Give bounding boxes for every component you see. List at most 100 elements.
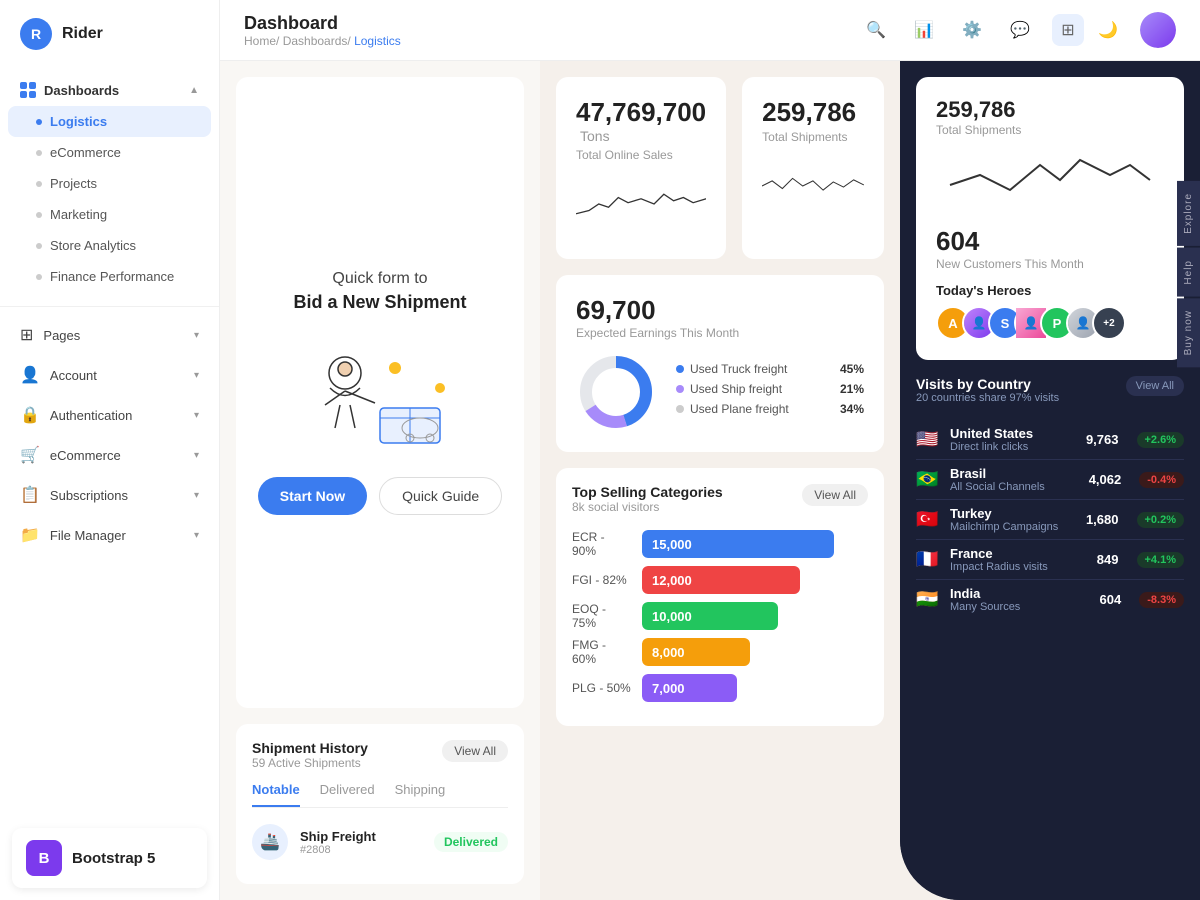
country-info-us: United States Direct link clicks (950, 426, 1076, 453)
shipments-stat-number: 259,786 (936, 97, 1016, 122)
bar-fill-3: 8,000 (642, 638, 750, 666)
total-sales-label: Total Online Sales (576, 148, 706, 162)
buy-now-button[interactable]: Buy now (1177, 298, 1200, 367)
country-view-all-button[interactable]: View All (1126, 376, 1184, 396)
sidebar-item-ecommerce[interactable]: eCommerce (0, 137, 219, 168)
shipment-row: 🚢 Ship Freight #2808 Delivered (252, 816, 508, 868)
illustration-svg (290, 333, 470, 453)
file-manager-chevron: ▾ (194, 530, 199, 541)
settings-icon[interactable]: ⚙️ (956, 14, 988, 46)
bar-label-3: FMG - 60% (572, 638, 632, 666)
shipment-view-all-button[interactable]: View All (442, 740, 508, 762)
country-row-4: 🇮🇳 India Many Sources 604 -8.3% (916, 580, 1184, 619)
sidebar-item-ecommerce-nav[interactable]: 🛒 eCommerce ▾ (0, 435, 219, 475)
shipment-subtitle: 59 Active Shipments (252, 756, 368, 770)
shipment-tabs: Notable Delivered Shipping (252, 782, 508, 808)
sidebar-item-authentication[interactable]: 🔒 Authentication ▾ (0, 395, 219, 435)
ship-id: #2808 (300, 844, 422, 856)
tab-notable[interactable]: Notable (252, 782, 300, 807)
ecommerce-nav-chevron: ▾ (194, 450, 199, 461)
ship-name: Ship Freight (300, 829, 422, 844)
bar-track-2: 10,000 (642, 602, 868, 630)
bar-fill-2: 10,000 (642, 602, 778, 630)
shipments-chart (762, 156, 864, 216)
sidebar-item-projects-label: Projects (50, 176, 97, 191)
total-shipments-label: Total Shipments (762, 130, 864, 144)
sidebar-item-subscriptions[interactable]: 📋 Subscriptions ▾ (0, 475, 219, 515)
earnings-number: 69,700 (576, 295, 656, 325)
right-panel: 259,786 Total Shipments 604 New Customer… (900, 61, 1200, 900)
sidebar-item-file-manager[interactable]: 📁 File Manager ▾ (0, 515, 219, 555)
shipments-right-chart (936, 145, 1164, 205)
avatar-img (1140, 12, 1176, 48)
country-source-tr: Mailchimp Campaigns (950, 521, 1076, 533)
trend-in: -8.3% (1139, 592, 1184, 608)
middle-panel: 47,769,700 Tons Total Online Sales 259,7… (540, 61, 900, 900)
flag-tr: 🇹🇷 (916, 509, 940, 530)
ecommerce-nav-label: eCommerce (50, 448, 121, 463)
message-icon[interactable]: 💬 (1004, 14, 1036, 46)
bootstrap-banner: B Bootstrap 5 (12, 828, 207, 888)
sidebar-item-finance-performance[interactable]: Finance Performance (0, 261, 219, 292)
subscriptions-chevron: ▾ (194, 490, 199, 501)
subscriptions-icon: 📋 (20, 485, 40, 505)
sidebar-item-pages[interactable]: ⊞ Pages ▾ (0, 315, 219, 355)
donut-chart (576, 352, 656, 432)
bar-fill-0: 15,000 (642, 530, 834, 558)
start-now-button[interactable]: Start Now (258, 477, 367, 515)
bootstrap-icon: B (26, 840, 62, 876)
quick-guide-button[interactable]: Quick Guide (379, 477, 502, 515)
shipment-title: Shipment History (252, 740, 368, 756)
user-avatar[interactable] (1140, 12, 1176, 48)
total-shipments-number-row: 259,786 (762, 97, 864, 128)
auth-chevron: ▾ (194, 410, 199, 421)
ecommerce-nav-icon: 🛒 (20, 445, 40, 465)
ship-status: Delivered (434, 832, 508, 852)
sidebar-item-projects[interactable]: Projects (0, 168, 219, 199)
grid-view-icon[interactable]: ⊞ (1052, 14, 1084, 46)
total-sales-number-row: 47,769,700 Tons (576, 97, 706, 146)
dashboards-group[interactable]: Dashboards ▲ (0, 74, 219, 106)
dot (36, 181, 42, 187)
ship-label: Used Ship freight (690, 382, 782, 396)
bar-fill-4: 7,000 (642, 674, 737, 702)
top-selling-view-all-button[interactable]: View All (802, 484, 868, 506)
hero-av-6: +2 (1092, 306, 1126, 340)
sidebar-item-marketing[interactable]: Marketing (0, 199, 219, 230)
sidebar-item-store-analytics[interactable]: Store Analytics (0, 230, 219, 261)
search-icon[interactable]: 🔍 (860, 14, 892, 46)
chart-icon[interactable]: 📊 (908, 14, 940, 46)
total-shipments-number: 259,786 (762, 97, 856, 127)
bar-track-0: 15,000 (642, 530, 868, 558)
country-row-3: 🇫🇷 France Impact Radius visits 849 +4.1% (916, 540, 1184, 580)
dot (36, 274, 42, 280)
logo-area: R Rider (0, 0, 219, 68)
bar-track-1: 12,000 (642, 566, 868, 594)
ship-pct: 21% (840, 382, 864, 396)
account-chevron: ▾ (194, 370, 199, 381)
bar-track-3: 8,000 (642, 638, 868, 666)
dark-mode-icon[interactable]: 🌙 (1092, 14, 1124, 46)
country-source-fr: Impact Radius visits (950, 561, 1087, 573)
country-title: Visits by Country (916, 376, 1059, 392)
country-info-br: Brasil All Social Channels (950, 466, 1079, 493)
sidebar-item-logistics[interactable]: Logistics (8, 106, 211, 137)
sidebar-item-finance-performance-label: Finance Performance (50, 269, 174, 284)
explore-button[interactable]: Explore (1177, 181, 1200, 246)
sidebar-item-account[interactable]: 👤 Account ▾ (0, 355, 219, 395)
tab-shipping[interactable]: Shipping (395, 782, 446, 807)
country-name-fr: France (950, 546, 1087, 561)
country-visits-tr: 1,680 (1086, 512, 1119, 527)
account-label: Account (50, 368, 97, 383)
breadcrumb-current: Logistics (354, 34, 401, 48)
country-name-in: India (950, 586, 1090, 601)
breadcrumb: Home/ Dashboards/ Logistics (244, 34, 401, 48)
top-selling-title: Top Selling Categories (572, 484, 723, 500)
country-name-br: Brasil (950, 466, 1079, 481)
dashboards-label: Dashboards (44, 83, 119, 98)
tab-delivered[interactable]: Delivered (320, 782, 375, 807)
trend-br: -0.4% (1139, 472, 1184, 488)
truck-label: Used Truck freight (690, 362, 787, 376)
flag-br: 🇧🇷 (916, 469, 940, 490)
help-button[interactable]: Help (1177, 248, 1200, 297)
